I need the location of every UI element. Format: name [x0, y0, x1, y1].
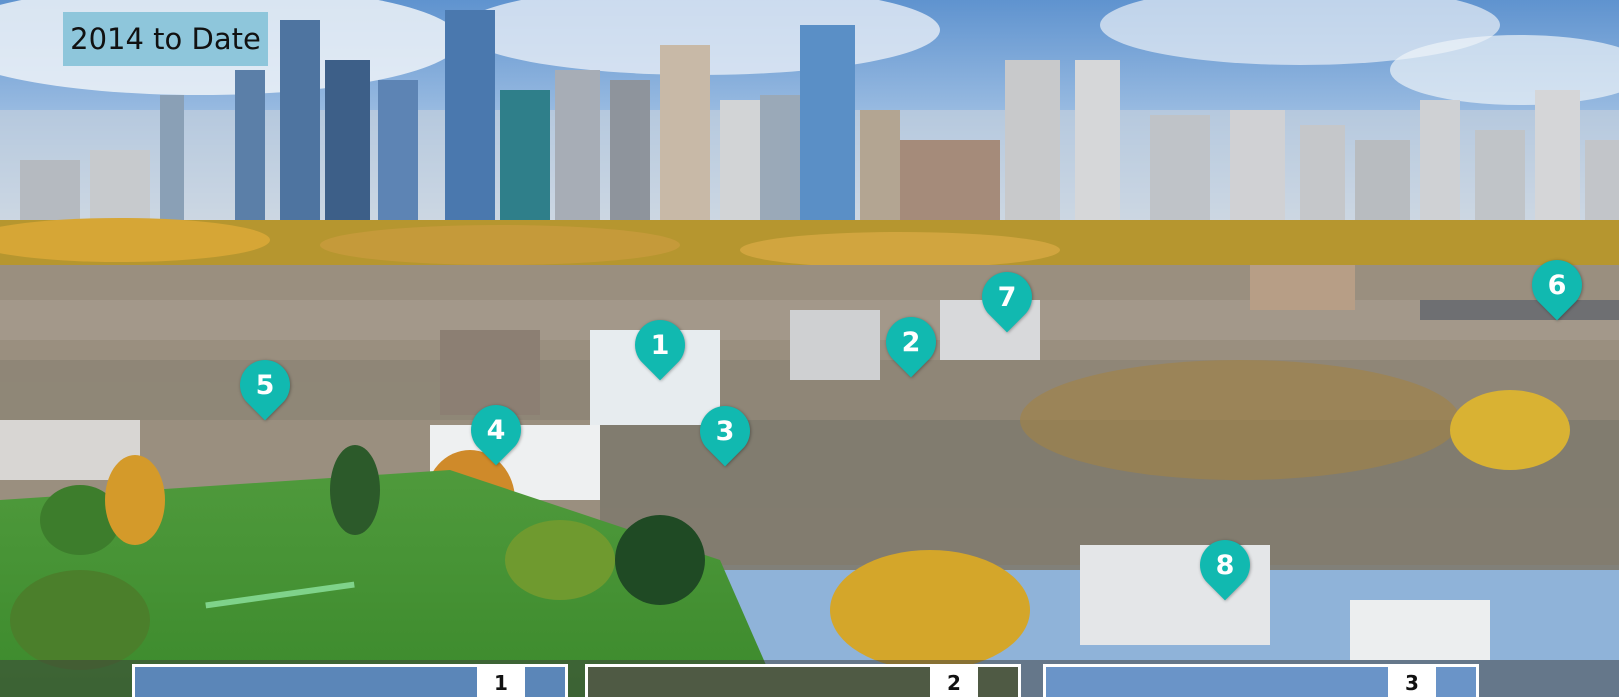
- card-number-badge: 1: [477, 667, 525, 697]
- pin-label: 7: [997, 281, 1017, 313]
- map-pin-2[interactable]: 2: [875, 306, 947, 378]
- map-pin-7[interactable]: 7: [971, 261, 1043, 333]
- photo-card-1[interactable]: 1: [132, 664, 568, 697]
- card-number-badge: 2: [930, 667, 978, 697]
- map-pin-3[interactable]: 3: [689, 395, 761, 467]
- map-pin-1[interactable]: 1: [624, 309, 696, 381]
- map-pin-8[interactable]: 8: [1189, 529, 1261, 601]
- photo-card-2[interactable]: 2: [585, 664, 1021, 697]
- pin-label: 6: [1547, 269, 1567, 301]
- pin-label: 2: [901, 326, 921, 358]
- card-number-badge: 3: [1388, 667, 1436, 697]
- map-pin-5[interactable]: 5: [229, 349, 301, 421]
- photo-card-3[interactable]: 3: [1043, 664, 1479, 697]
- pin-label: 3: [715, 415, 735, 447]
- pin-label: 8: [1215, 549, 1235, 581]
- map-pin-6[interactable]: 6: [1521, 249, 1593, 321]
- pin-label: 5: [255, 369, 275, 401]
- title-label: 2014 to Date: [63, 12, 268, 66]
- pin-label: 1: [650, 329, 670, 361]
- aerial-city-photo: [0, 0, 1619, 697]
- pin-label: 4: [486, 414, 506, 446]
- map-pin-4[interactable]: 4: [460, 394, 532, 466]
